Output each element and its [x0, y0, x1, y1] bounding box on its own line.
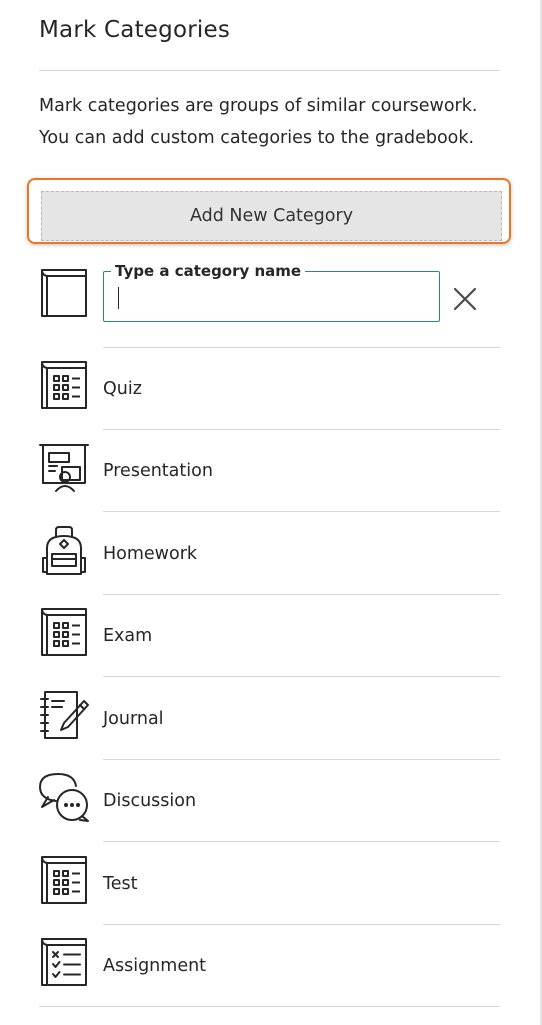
- checklist-icon: [41, 938, 87, 986]
- category-label: Quiz: [103, 379, 142, 399]
- category-item-exam[interactable]: Exam: [0, 595, 540, 677]
- backpack-icon: [42, 526, 86, 575]
- add-new-category-button[interactable]: Add New Category: [41, 191, 502, 241]
- mark-categories-panel: Mark Categories Mark categories are grou…: [0, 0, 540, 1025]
- category-item-journal[interactable]: Journal: [0, 678, 540, 760]
- presentation-board-icon: [39, 444, 89, 492]
- category-label: Presentation: [103, 461, 213, 481]
- category-item-presentation[interactable]: Presentation: [0, 430, 540, 512]
- row-divider: [103, 676, 500, 677]
- row-divider: [103, 841, 500, 842]
- category-label: Test: [103, 874, 138, 894]
- category-item-homework[interactable]: Homework: [0, 513, 540, 595]
- panel-title: Mark Categories: [39, 17, 230, 43]
- category-label: Journal: [103, 709, 164, 729]
- calculator-sheet-icon: [41, 608, 87, 656]
- title-divider: [39, 70, 500, 71]
- notebook-pencil-icon: [40, 691, 89, 739]
- category-name-legend: Type a category name: [111, 261, 306, 281]
- category-label: Discussion: [103, 791, 197, 811]
- calculator-sheet-icon: [41, 361, 87, 409]
- speech-bubbles-icon: [39, 773, 89, 822]
- category-item-assignment[interactable]: Assignment: [0, 925, 540, 1007]
- category-item-quiz[interactable]: Quiz: [0, 348, 540, 430]
- category-name-field[interactable]: Type a category name: [103, 261, 440, 322]
- blank-page-icon: [41, 269, 87, 317]
- category-item-discussion[interactable]: Discussion: [0, 760, 540, 842]
- category-label: Homework: [103, 544, 198, 564]
- category-item-test[interactable]: Test: [0, 843, 540, 925]
- description-line-2: You can add custom categories to the gra…: [39, 128, 475, 148]
- list-bottom-divider: [39, 1006, 500, 1007]
- panel-description: Mark categories are groups of similar co…: [39, 90, 509, 154]
- text-caret: [118, 287, 119, 309]
- calculator-sheet-icon: [41, 856, 87, 904]
- category-name-input[interactable]: [114, 286, 424, 312]
- category-label: Exam: [103, 626, 153, 646]
- description-line-1: Mark categories are groups of similar co…: [39, 96, 478, 116]
- close-icon[interactable]: [450, 284, 480, 314]
- category-label: Assignment: [103, 956, 207, 976]
- row-divider: [103, 511, 500, 512]
- new-category-row: Type a category name: [0, 261, 540, 348]
